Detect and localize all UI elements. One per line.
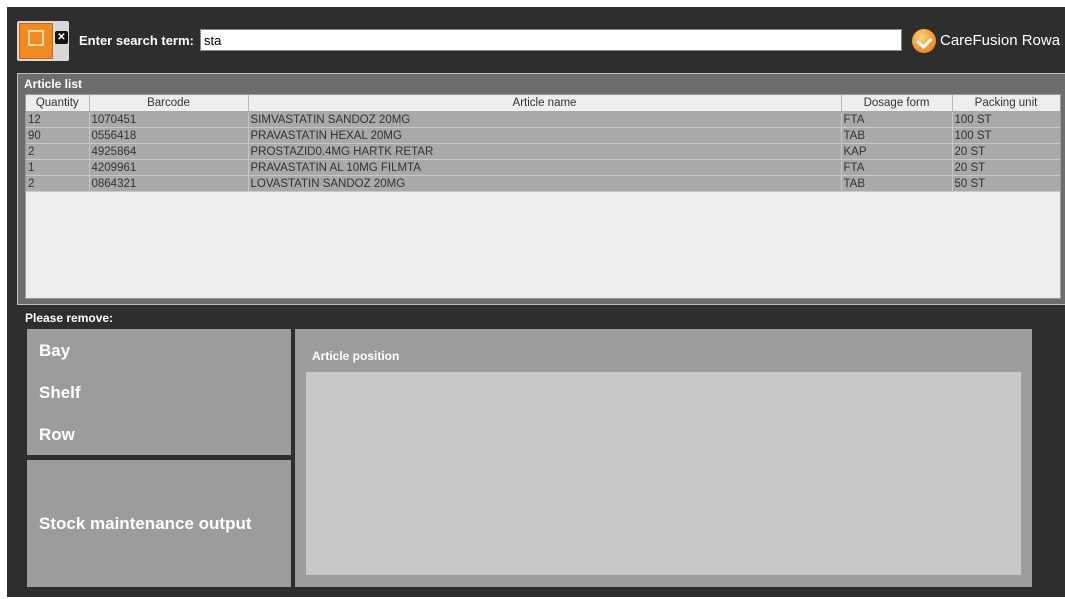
article-position-title: Article position — [312, 349, 400, 363]
article-position-display — [306, 372, 1021, 575]
cell-quantity: 12 — [26, 111, 90, 128]
table-row[interactable]: 2 4925864 PROSTAZID0.4MG HARTK RETAR KAP… — [26, 143, 1060, 160]
please-remove-title: Please remove: — [25, 311, 114, 325]
cell-quantity: 2 — [26, 143, 90, 160]
shelf-label: Shelf — [39, 383, 81, 402]
cell-barcode: 1070451 — [89, 111, 249, 128]
cell-article-name: LOVASTATIN SANDOZ 20MG — [248, 175, 842, 192]
close-icon: ✕ — [55, 31, 68, 44]
row-label: Row — [39, 425, 75, 444]
table-row[interactable]: 1 4209961 PRAVASTATIN AL 10MG FILMTA FTA… — [26, 159, 1060, 176]
cell-barcode: 0556418 — [89, 127, 249, 144]
cell-dosage-form: KAP — [841, 143, 953, 160]
table-row[interactable]: 2 0864321 LOVASTATIN SANDOZ 20MG TAB 50 … — [26, 175, 1060, 192]
article-table: Quantity Barcode Article name Dosage for… — [25, 94, 1061, 299]
cell-packing-unit: 20 ST — [952, 159, 1060, 176]
logout-button[interactable]: ✕ — [17, 21, 69, 61]
logout-icon — [19, 23, 53, 59]
article-list-panel: Article list Quantity Barcode Article na… — [17, 73, 1065, 305]
stock-maintenance-output-label: Stock maintenance output — [39, 514, 252, 533]
cell-quantity: 90 — [26, 127, 90, 144]
table-header-row: Quantity Barcode Article name Dosage for… — [26, 95, 1060, 112]
stock-maintenance-output-button[interactable]: Stock maintenance output — [27, 460, 291, 587]
bay-label: Bay — [39, 341, 71, 360]
cell-packing-unit: 100 ST — [952, 127, 1060, 144]
cell-barcode: 0864321 — [89, 175, 249, 192]
search-input[interactable] — [200, 29, 902, 51]
table-row[interactable]: 90 0556418 PRAVASTATIN HEXAL 20MG TAB 10… — [26, 127, 1060, 144]
column-header-quantity[interactable]: Quantity — [26, 95, 90, 112]
cell-dosage-form: FTA — [841, 159, 953, 176]
cell-article-name: PROSTAZID0.4MG HARTK RETAR — [248, 143, 842, 160]
article-position-panel: Article position — [295, 329, 1032, 587]
cell-article-name: PRAVASTATIN AL 10MG FILMTA — [248, 159, 842, 176]
cell-article-name: PRAVASTATIN HEXAL 20MG — [248, 127, 842, 144]
top-bar: ✕ Enter search term: CareFusion Rowa — [7, 7, 1065, 69]
cell-barcode: 4209961 — [89, 159, 249, 176]
app-window: ✕ Enter search term: CareFusion Rowa Art… — [7, 7, 1065, 597]
cell-dosage-form: TAB — [841, 127, 953, 144]
cell-quantity: 1 — [26, 159, 90, 176]
table-row[interactable]: 12 1070451 SIMVASTATIN SANDOZ 20MG FTA 1… — [26, 111, 1060, 128]
location-panel: Bay Shelf Row — [27, 329, 291, 455]
cell-packing-unit: 20 ST — [952, 143, 1060, 160]
column-header-barcode[interactable]: Barcode — [89, 95, 249, 112]
article-list-title: Article list — [24, 77, 83, 91]
cell-quantity: 2 — [26, 175, 90, 192]
column-header-dosage-form[interactable]: Dosage form — [841, 95, 953, 112]
brand-logo: CareFusion Rowa — [912, 28, 1065, 54]
cell-article-name: SIMVASTATIN SANDOZ 20MG — [248, 111, 842, 128]
column-header-article-name[interactable]: Article name — [248, 95, 842, 112]
search-label: Enter search term: — [79, 33, 194, 48]
carefusion-logo-icon — [912, 29, 936, 53]
cell-packing-unit: 100 ST — [952, 111, 1060, 128]
column-header-packing-unit[interactable]: Packing unit — [952, 95, 1060, 112]
cell-dosage-form: FTA — [841, 111, 953, 128]
cell-barcode: 4925864 — [89, 143, 249, 160]
brand-text: CareFusion Rowa — [940, 32, 1061, 49]
cell-packing-unit: 50 ST — [952, 175, 1060, 192]
cell-dosage-form: TAB — [841, 175, 953, 192]
